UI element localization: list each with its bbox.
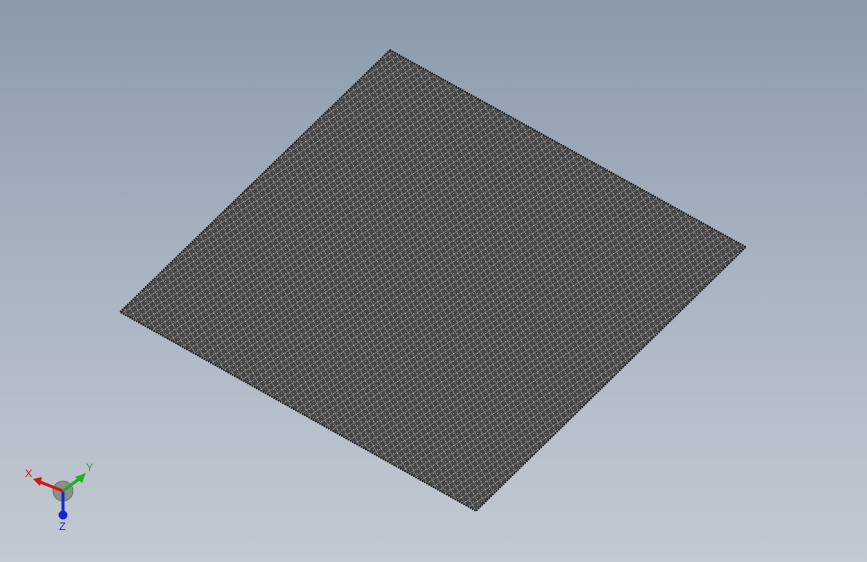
x-axis-arrow — [33, 477, 42, 486]
orientation-triad[interactable]: X Y Z — [22, 458, 102, 534]
z-axis-label: Z — [59, 521, 66, 533]
mesh-sheet-weave-dots — [120, 50, 746, 511]
x-axis-label: X — [25, 468, 33, 480]
z-axis-cap — [58, 510, 68, 520]
model-view[interactable] — [0, 0, 867, 562]
y-axis-label: Y — [86, 462, 94, 474]
graphics-viewport[interactable]: X Y Z — [0, 0, 867, 562]
mesh-sheet-part[interactable] — [118, 49, 748, 512]
